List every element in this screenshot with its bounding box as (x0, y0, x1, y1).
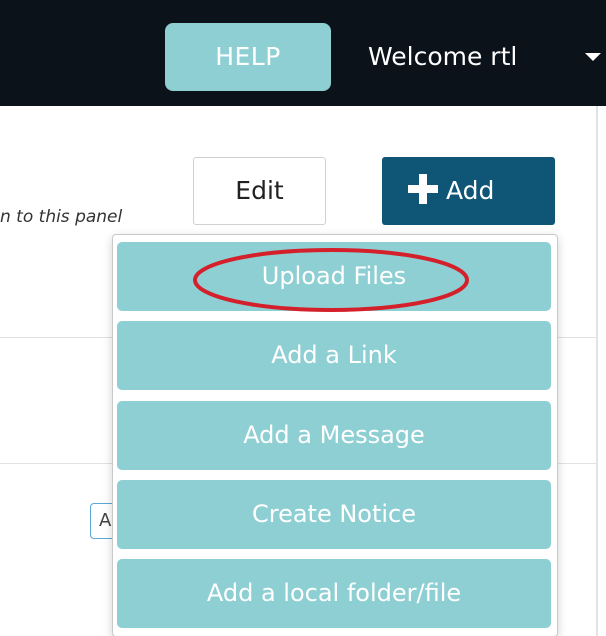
add-button[interactable]: Add (382, 157, 555, 225)
menu-item-add-message[interactable]: Add a Message (117, 401, 551, 470)
top-navbar: HELP Welcome rtl (0, 0, 606, 106)
menu-item-upload-files[interactable]: Upload Files (117, 242, 551, 311)
app-frame: HELP Welcome rtl n to this panel Edit Ad… (0, 0, 606, 636)
welcome-user-menu[interactable]: Welcome rtl (368, 23, 517, 91)
menu-item-add-link[interactable]: Add a Link (117, 321, 551, 390)
edit-button[interactable]: Edit (193, 157, 326, 225)
caret-down-icon[interactable] (585, 53, 601, 61)
add-button-label: Add (446, 176, 495, 205)
add-dropdown-menu: Upload Files Add a Link Add a Message Cr… (112, 234, 558, 636)
panel-hint-text: n to this panel (0, 207, 123, 227)
panel-right-border (596, 106, 598, 636)
menu-item-add-local-folder[interactable]: Add a local folder/file (117, 559, 551, 628)
help-button[interactable]: HELP (165, 23, 331, 91)
plus-icon (408, 174, 438, 204)
menu-item-create-notice[interactable]: Create Notice (117, 480, 551, 549)
